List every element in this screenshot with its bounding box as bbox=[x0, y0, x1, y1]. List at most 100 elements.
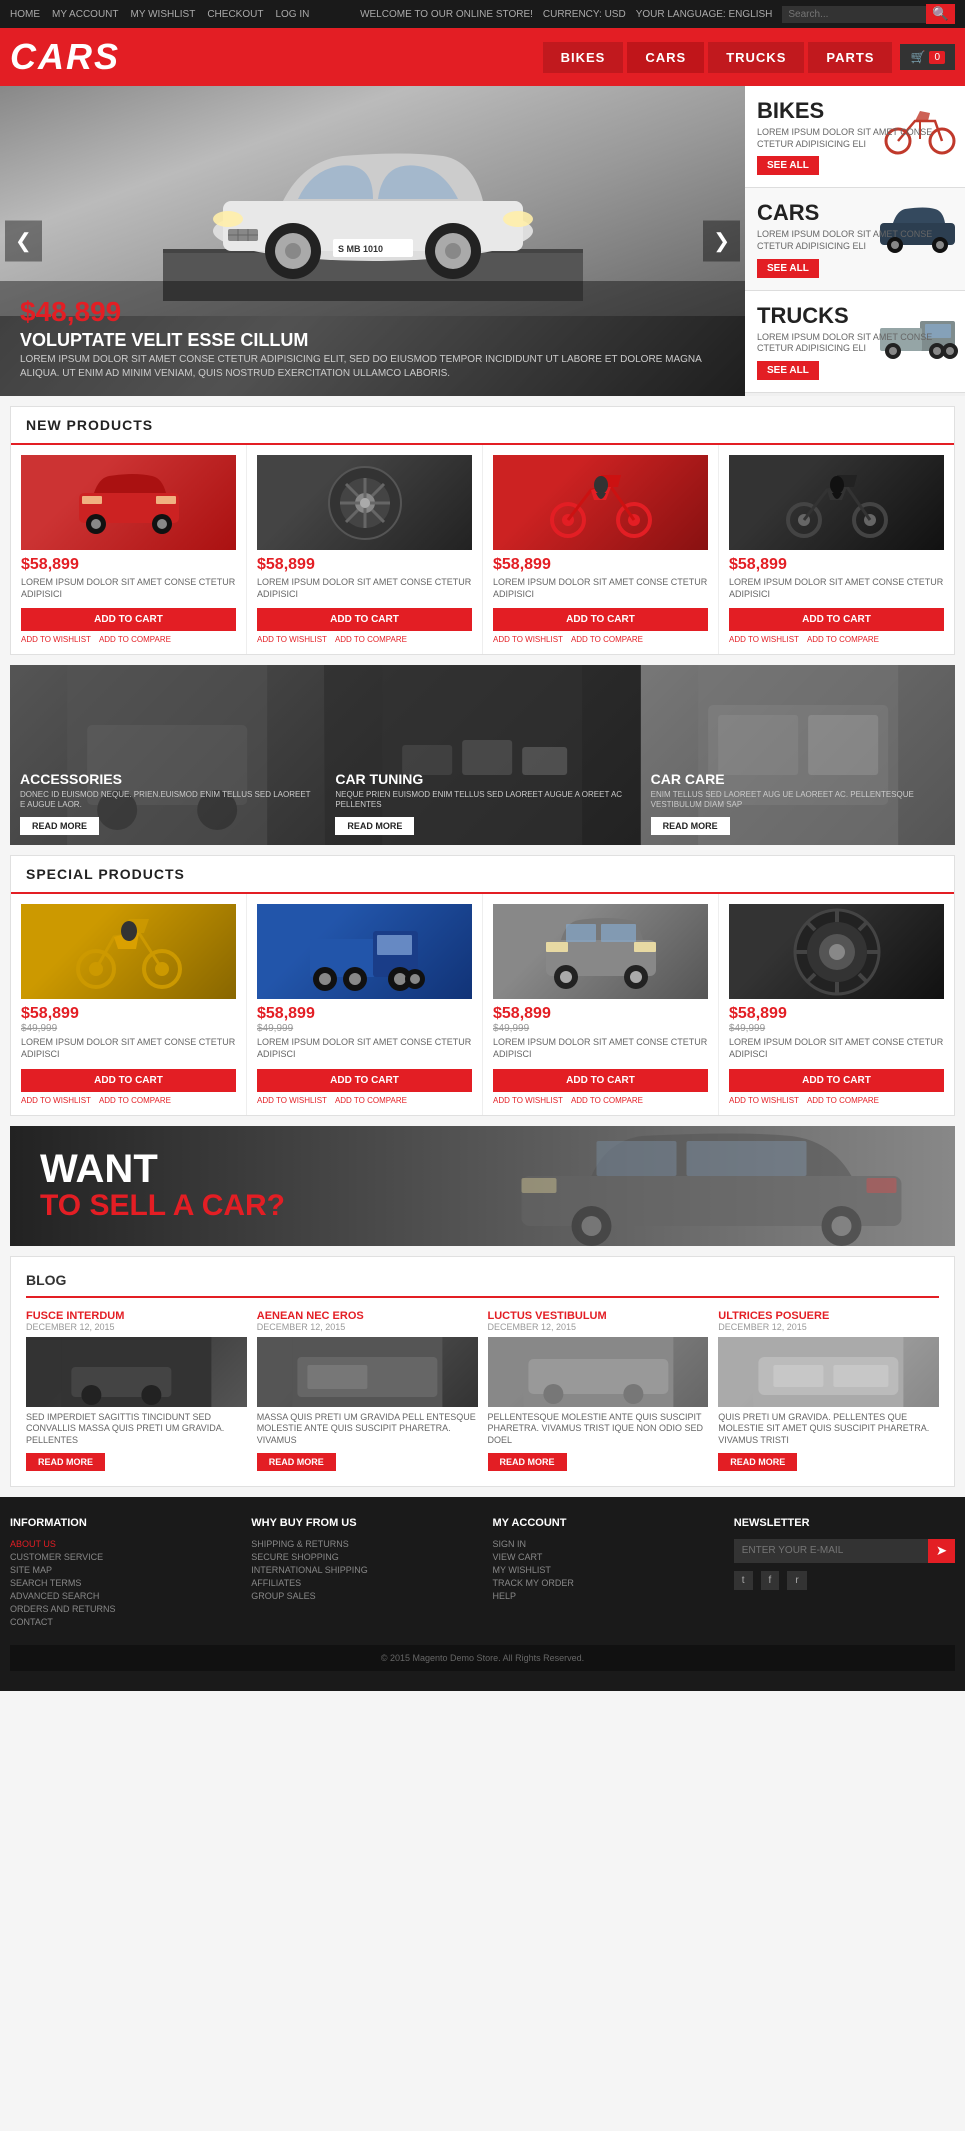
cart-button[interactable]: 🛒 0 bbox=[900, 44, 955, 70]
footer-view-cart[interactable]: VIEW CART bbox=[493, 1552, 714, 1562]
svg-text:S MB 1010: S MB 1010 bbox=[338, 244, 383, 254]
special-product-1-price: $58,899 bbox=[21, 1005, 236, 1023]
blog-grid: FUSCE INTERDUM DECEMBER 12, 2015 SED IMP… bbox=[26, 1310, 939, 1471]
top-bar-right: WELCOME TO OUR ONLINE STORE! CURRENCY: U… bbox=[360, 4, 955, 24]
car-care-read-more[interactable]: READ MORE bbox=[651, 817, 730, 835]
footer-sign-in[interactable]: SIGN IN bbox=[493, 1539, 714, 1549]
nav-parts[interactable]: PARTS bbox=[808, 42, 892, 73]
footer-site-map[interactable]: SITE MAP bbox=[10, 1565, 231, 1575]
footer-about-us[interactable]: ABOUT US bbox=[10, 1539, 231, 1549]
blog-post-2-read-more[interactable]: READ MORE bbox=[257, 1453, 336, 1471]
special-product-4-desc: LOREM IPSUM DOLOR SIT AMET CONSE CTETUR … bbox=[729, 1037, 944, 1060]
footer-information-title: INFORMATION bbox=[10, 1517, 231, 1529]
new-product-3-wishlist[interactable]: ADD TO WISHLIST bbox=[493, 635, 563, 644]
sell-banner[interactable]: WANT TO SELL A CAR? bbox=[10, 1126, 955, 1246]
blog-post-1-read-more[interactable]: READ MORE bbox=[26, 1453, 105, 1471]
blog-post-4-read-more[interactable]: READ MORE bbox=[718, 1453, 797, 1471]
blog-post-3-date: DECEMBER 12, 2015 bbox=[488, 1322, 709, 1332]
special-product-3-compare[interactable]: ADD TO COMPARE bbox=[571, 1096, 643, 1105]
special-product-1-compare[interactable]: ADD TO COMPARE bbox=[99, 1096, 171, 1105]
nav-login[interactable]: LOG IN bbox=[275, 9, 309, 20]
footer-account-title: MY ACCOUNT bbox=[493, 1517, 714, 1529]
top-search[interactable]: 🔍 bbox=[782, 4, 955, 24]
newsletter-form: ➤ bbox=[734, 1539, 955, 1563]
social-rss[interactable]: r bbox=[787, 1571, 806, 1590]
top-search-input[interactable] bbox=[782, 6, 926, 23]
new-product-1-compare[interactable]: ADD TO COMPARE bbox=[99, 635, 171, 644]
special-product-3-wishlist[interactable]: ADD TO WISHLIST bbox=[493, 1096, 563, 1105]
footer-my-wishlist[interactable]: MY WISHLIST bbox=[493, 1565, 714, 1575]
blog-post-3-desc: PELLENTESQUE MOLESTIE ANTE QUIS SUSCIPIT… bbox=[488, 1412, 709, 1447]
new-product-1: $58,899 LOREM IPSUM DOLOR SIT AMET CONSE… bbox=[11, 445, 247, 654]
footer-secure-shopping[interactable]: SECURE SHOPPING bbox=[251, 1552, 472, 1562]
nav-bikes[interactable]: BIKES bbox=[543, 42, 624, 73]
footer-group-sales[interactable]: GROUP SALES bbox=[251, 1591, 472, 1601]
special-product-3-add-to-cart[interactable]: ADD TO CART bbox=[493, 1069, 708, 1092]
blog-post-4-desc: QUIS PRETI UM GRAVIDA. PELLENTES QUE MOL… bbox=[718, 1412, 939, 1447]
new-product-2-price: $58,899 bbox=[257, 556, 472, 574]
blog-post-3-read-more[interactable]: READ MORE bbox=[488, 1453, 567, 1471]
new-product-3-compare[interactable]: ADD TO COMPARE bbox=[571, 635, 643, 644]
special-product-2-add-to-cart[interactable]: ADD TO CART bbox=[257, 1069, 472, 1092]
newsletter-submit[interactable]: ➤ bbox=[928, 1539, 955, 1563]
special-product-1-img bbox=[21, 904, 236, 999]
hero-prev-button[interactable]: ❮ bbox=[5, 221, 42, 262]
new-product-2-compare[interactable]: ADD TO COMPARE bbox=[335, 635, 407, 644]
new-product-3-links: ADD TO WISHLIST ADD TO COMPARE bbox=[493, 635, 708, 644]
sidebar-cat-cars-title: CARS bbox=[757, 200, 953, 226]
nav-wishlist[interactable]: MY WISHLIST bbox=[131, 9, 196, 20]
accessories-banner[interactable]: ACCESSORIES DONEC ID EUISMOD NEQUE. PRIE… bbox=[10, 665, 325, 845]
accessories-read-more[interactable]: READ MORE bbox=[20, 817, 99, 835]
hero-sidebar: BIKES LOREM IPSUM DOLOR SIT AMET CONSE C… bbox=[745, 86, 965, 396]
language-label: YOUR LANGUAGE: ENGLISH bbox=[636, 9, 773, 20]
nav-account[interactable]: MY ACCOUNT bbox=[52, 9, 119, 20]
new-product-3-add-to-cart[interactable]: ADD TO CART bbox=[493, 608, 708, 631]
nav-trucks[interactable]: TRUCKS bbox=[708, 42, 804, 73]
new-product-4-add-to-cart[interactable]: ADD TO CART bbox=[729, 608, 944, 631]
nav-home[interactable]: HOME bbox=[10, 9, 40, 20]
newsletter-input[interactable] bbox=[734, 1539, 928, 1563]
new-product-4-wishlist[interactable]: ADD TO WISHLIST bbox=[729, 635, 799, 644]
car-tuning-read-more[interactable]: READ MORE bbox=[335, 817, 414, 835]
footer-customer-service[interactable]: CUSTOMER SERVICE bbox=[10, 1552, 231, 1562]
footer-shipping[interactable]: SHIPPING & RETURNS bbox=[251, 1539, 472, 1549]
hero-next-button[interactable]: ❯ bbox=[703, 221, 740, 262]
special-product-4-wishlist[interactable]: ADD TO WISHLIST bbox=[729, 1096, 799, 1105]
new-product-1-wishlist[interactable]: ADD TO WISHLIST bbox=[21, 635, 91, 644]
car-tuning-desc: NEQUE PRIEN EUISMOD ENIM TELLUS SED LAOR… bbox=[335, 790, 629, 811]
nav-cars[interactable]: CARS bbox=[627, 42, 704, 73]
footer-international-shipping[interactable]: INTERNATIONAL SHIPPING bbox=[251, 1565, 472, 1575]
footer-search-terms[interactable]: SEARCH TERMS bbox=[10, 1578, 231, 1588]
footer-track-order[interactable]: TRACK MY ORDER bbox=[493, 1578, 714, 1588]
special-product-1-add-to-cart[interactable]: ADD TO CART bbox=[21, 1069, 236, 1092]
special-product-4-compare[interactable]: ADD TO COMPARE bbox=[807, 1096, 879, 1105]
special-product-1-wishlist[interactable]: ADD TO WISHLIST bbox=[21, 1096, 91, 1105]
sidebar-cat-bikes-btn[interactable]: SEE ALL bbox=[757, 156, 819, 175]
new-product-4-compare[interactable]: ADD TO COMPARE bbox=[807, 635, 879, 644]
car-care-banner[interactable]: CAR CARE ENIM TELLUS SED LAOREET AUG UE … bbox=[641, 665, 955, 845]
social-twitter[interactable]: t bbox=[734, 1571, 753, 1590]
special-product-4-add-to-cart[interactable]: ADD TO CART bbox=[729, 1069, 944, 1092]
special-product-2-wishlist[interactable]: ADD TO WISHLIST bbox=[257, 1096, 327, 1105]
special-product-2: $58,899 $49,999 LOREM IPSUM DOLOR SIT AM… bbox=[247, 894, 483, 1114]
footer-advanced-search[interactable]: ADVANCED SEARCH bbox=[10, 1591, 231, 1601]
footer-help[interactable]: HELP bbox=[493, 1591, 714, 1601]
car-tuning-banner[interactable]: CAR TUNING NEQUE PRIEN EUISMOD ENIM TELL… bbox=[325, 665, 640, 845]
footer-newsletter-title: NEWSLETTER bbox=[734, 1517, 955, 1529]
car-care-title: CAR CARE bbox=[651, 771, 945, 787]
footer-affiliates[interactable]: AFFILIATES bbox=[251, 1578, 472, 1588]
special-products-grid: $58,899 $49,999 LOREM IPSUM DOLOR SIT AM… bbox=[11, 894, 954, 1114]
new-product-2-add-to-cart[interactable]: ADD TO CART bbox=[257, 608, 472, 631]
sidebar-cat-cars-btn[interactable]: SEE ALL bbox=[757, 259, 819, 278]
sidebar-cat-cars-desc: LOREM IPSUM DOLOR SIT AMET CONSE CTETUR … bbox=[757, 229, 953, 252]
new-product-1-add-to-cart[interactable]: ADD TO CART bbox=[21, 608, 236, 631]
new-product-2-wishlist[interactable]: ADD TO WISHLIST bbox=[257, 635, 327, 644]
nav-checkout[interactable]: CHECKOUT bbox=[207, 9, 263, 20]
special-product-2-compare[interactable]: ADD TO COMPARE bbox=[335, 1096, 407, 1105]
new-product-3: $58,899 LOREM IPSUM DOLOR SIT AMET CONSE… bbox=[483, 445, 719, 654]
footer-contact[interactable]: CONTACT bbox=[10, 1617, 231, 1627]
sidebar-cat-trucks-btn[interactable]: SEE ALL bbox=[757, 361, 819, 380]
top-search-button[interactable]: 🔍 bbox=[926, 4, 955, 24]
social-facebook[interactable]: f bbox=[761, 1571, 780, 1590]
footer-orders-returns[interactable]: ORDERS AND RETURNS bbox=[10, 1604, 231, 1614]
